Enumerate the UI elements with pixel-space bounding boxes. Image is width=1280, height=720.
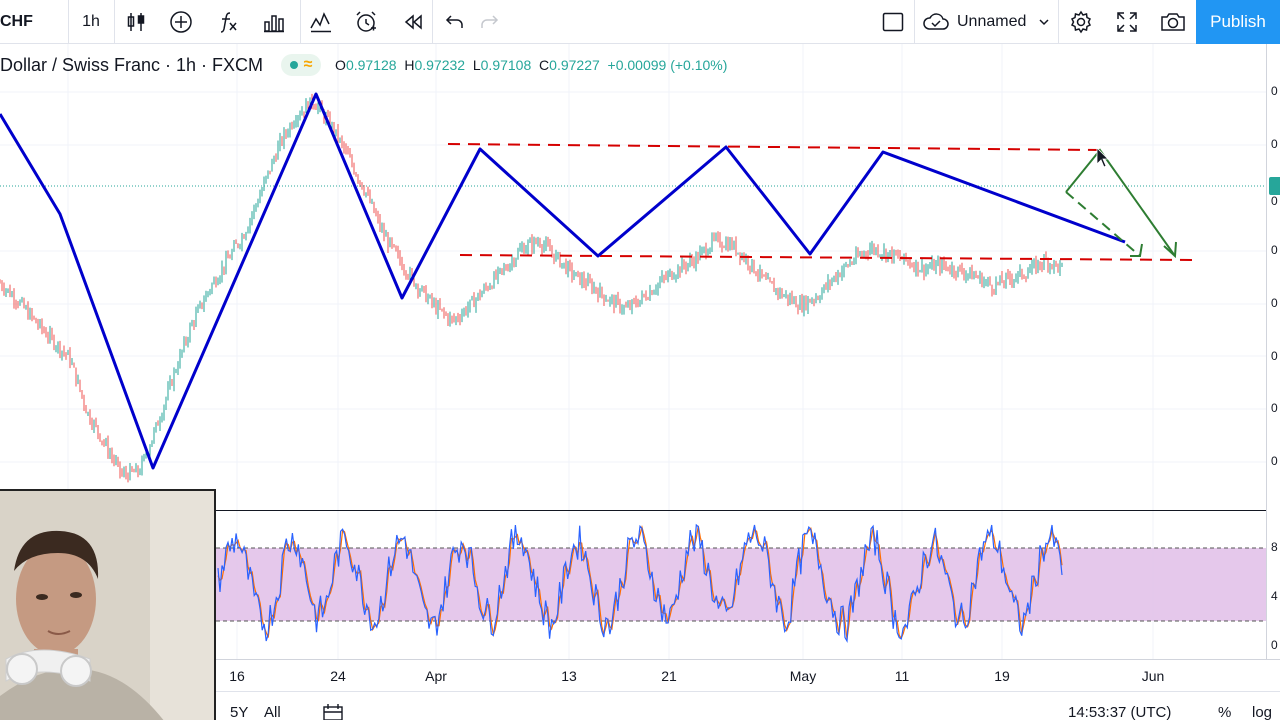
top-toolbar: CHF 1h Unnamed Publish <box>0 0 1280 44</box>
close-label: C <box>539 57 550 73</box>
redo-icon <box>481 15 499 28</box>
time-label: 21 <box>661 668 677 684</box>
toolbar-divider <box>1058 0 1059 44</box>
templates-button[interactable] <box>302 0 340 44</box>
alert-button[interactable] <box>346 0 386 44</box>
price-tick: 0 <box>1271 454 1278 468</box>
range-5y-button[interactable]: 5Y <box>230 704 248 720</box>
calendar-icon <box>323 704 343 720</box>
price-scale[interactable]: 0 0 0 0 0 0 0 0 8 4 0 <box>1266 44 1280 659</box>
undo-icon <box>445 15 463 28</box>
price-tick: 0 <box>1271 84 1278 98</box>
replay-button[interactable] <box>394 0 432 44</box>
time-label: Apr <box>425 668 447 684</box>
financials-button[interactable] <box>254 0 294 44</box>
add-symbol-icon <box>170 11 192 33</box>
utc-clock[interactable]: 14:53:37 (UTC) <box>1068 704 1171 720</box>
low-label: L <box>472 57 481 73</box>
last-price-label <box>1269 177 1280 195</box>
settings-button[interactable] <box>1062 0 1100 44</box>
bar-style-button[interactable] <box>118 0 154 44</box>
chart-legend: Dollar / Swiss Franc · 1h · FXCM ≈ O0.97… <box>0 52 727 78</box>
expand-icon <box>1117 12 1137 32</box>
time-label: 13 <box>561 668 577 684</box>
toolbar-divider <box>914 0 915 44</box>
layout-menu-button[interactable]: Unnamed <box>922 0 1058 44</box>
price-tick: 0 <box>1271 137 1278 151</box>
low-value: 0.97108 <box>480 57 532 73</box>
symbol-label: CHF <box>0 13 33 30</box>
toolbar-divider <box>432 0 433 44</box>
interval-button[interactable]: 1h <box>70 0 112 44</box>
ohlc-values: O0.97128 H0.97232 L0.97108 C0.97227 +0.0… <box>335 57 727 73</box>
market-open-dot <box>289 61 298 69</box>
undo-button[interactable] <box>438 0 472 44</box>
alarm-clock-icon <box>356 11 376 32</box>
price-tick: 0 <box>1271 296 1278 310</box>
publish-label: Publish <box>1210 12 1266 31</box>
snapshot-button[interactable] <box>1154 0 1192 44</box>
osc-tick: 4 <box>1271 589 1278 603</box>
redo-button[interactable] <box>472 0 506 44</box>
open-label: O <box>335 57 346 73</box>
toolbar-divider <box>68 0 69 44</box>
log-scale-toggle[interactable]: log <box>1252 704 1272 720</box>
presenter-video <box>0 491 214 720</box>
gear-icon <box>1070 10 1092 34</box>
price-chart[interactable] <box>0 44 1266 510</box>
publish-button[interactable]: Publish <box>1196 0 1280 44</box>
price-tick: 0 <box>1271 194 1278 208</box>
price-series <box>0 93 1063 483</box>
bar-chart-icon <box>264 15 284 33</box>
change-value: +0.00099 (+0.10%) <box>607 57 728 73</box>
time-label: 19 <box>994 668 1010 684</box>
time-label: May <box>789 668 817 684</box>
channel-support-line <box>459 254 1193 261</box>
chevron-down-icon <box>1039 19 1049 26</box>
rewind-icon <box>404 14 422 30</box>
fullscreen-select-button[interactable] <box>874 0 912 44</box>
indicator-template-icon <box>310 12 331 33</box>
layout-name: Unnamed <box>957 13 1027 30</box>
range-all-button[interactable]: All <box>264 704 281 720</box>
square-icon <box>882 12 904 32</box>
indicators-button[interactable] <box>208 0 248 44</box>
osc-tick: 0 <box>1271 638 1278 652</box>
time-label: 16 <box>229 668 245 684</box>
time-label: Jun <box>1141 668 1165 684</box>
zigzag-pattern <box>0 92 1126 470</box>
osc-tick: 8 <box>1271 540 1278 554</box>
high-label: H <box>404 57 415 73</box>
close-value: 0.97227 <box>549 57 600 73</box>
high-value: 0.97232 <box>414 57 466 73</box>
data-delay-icon: ≈ <box>303 56 313 73</box>
percent-scale-toggle[interactable]: % <box>1218 704 1231 720</box>
candles-icon <box>127 13 145 31</box>
symbol-search-button[interactable]: CHF <box>0 0 40 44</box>
go-to-date-button[interactable] <box>322 704 344 720</box>
toolbar-divider <box>114 0 115 44</box>
mouse-cursor-icon <box>1096 147 1109 168</box>
webcam-overlay <box>0 489 216 720</box>
function-icon <box>220 12 237 33</box>
price-tick: 0 <box>1271 401 1278 415</box>
compare-button[interactable] <box>162 0 200 44</box>
camera-icon <box>1161 13 1185 31</box>
price-grid <box>0 44 1266 510</box>
fullscreen-button[interactable] <box>1108 0 1146 44</box>
market-status-pill[interactable]: ≈ <box>281 54 322 76</box>
time-label: 11 <box>894 668 910 684</box>
toolbar-divider <box>300 0 301 44</box>
cloud-icon <box>923 13 949 30</box>
price-tick: 0 <box>1271 349 1278 363</box>
overbought-oversold-band <box>216 548 1266 621</box>
price-tick: 0 <box>1271 243 1278 257</box>
open-value: 0.97128 <box>345 57 397 73</box>
symbol-title[interactable]: Dollar / Swiss Franc · 1h · FXCM <box>0 55 263 76</box>
time-label: 24 <box>330 668 346 684</box>
interval-label: 1h <box>82 13 100 30</box>
